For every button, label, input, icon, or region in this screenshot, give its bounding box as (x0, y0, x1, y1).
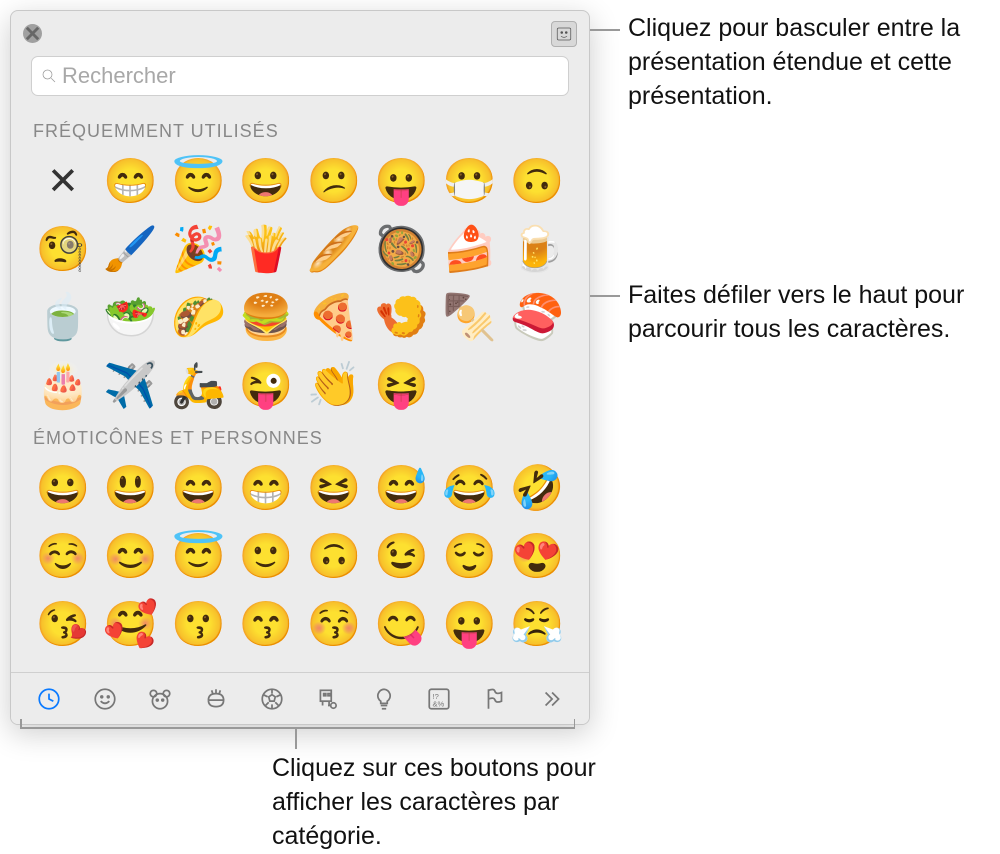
character-viewer-icon (555, 25, 573, 43)
category-animals[interactable] (139, 678, 181, 720)
search-icon (40, 67, 58, 85)
emoji-item[interactable]: 😝 (370, 354, 434, 418)
emoji-item[interactable]: ✕ (31, 150, 95, 214)
emoji-item[interactable]: 🍰 (438, 218, 502, 282)
search-container (11, 56, 589, 106)
category-more[interactable] (530, 678, 572, 720)
callout-scroll: Faites défiler vers le haut pour parcour… (628, 279, 988, 347)
clock-icon (36, 686, 62, 712)
emoji-item[interactable]: 🖌️ (99, 218, 163, 282)
emoji-item[interactable]: 😗 (167, 593, 231, 657)
category-travel[interactable] (307, 678, 349, 720)
smileys-emoji-grid: 😀😃😄😁😆😅😂🤣 ☺️😊😇🙂🙃😉😌😍 😘🥰😗😙😚😋😛😤 (31, 457, 569, 657)
emoji-item[interactable]: 🍵 (31, 286, 95, 350)
emoji-item[interactable]: 🍟 (234, 218, 298, 282)
emoji-item[interactable]: 🙃 (505, 150, 569, 214)
emoji-item[interactable]: 😚 (302, 593, 366, 657)
emoji-item[interactable]: 🍣 (505, 286, 569, 350)
food-icon (203, 686, 229, 712)
emoji-item[interactable]: 👏 (302, 354, 366, 418)
emoji-item[interactable]: 😁 (234, 457, 298, 521)
emoji-item[interactable]: 😙 (234, 593, 298, 657)
category-flags[interactable] (474, 678, 516, 720)
frequent-emoji-grid: ✕😁😇😀😕😛😷🙃 🧐🖌️🎉🍟🥖🥘🍰🍺 🍵🥗🌮🍔🍕🍤🍢🍣 🎂✈️🛵😜👏😝 (31, 150, 569, 418)
sports-icon (259, 686, 285, 712)
emoji-item[interactable]: 😉 (370, 525, 434, 589)
close-icon (23, 24, 42, 43)
emoji-item[interactable]: 😅 (370, 457, 434, 521)
emoji-item[interactable]: 😍 (505, 525, 569, 589)
callout-leader-2 (590, 295, 620, 297)
section-title-frequent: FRÉQUEMMENT UTILISÉS (33, 121, 569, 142)
emoji-item[interactable]: 😜 (234, 354, 298, 418)
titlebar (11, 11, 589, 56)
emoji-item[interactable]: 😕 (302, 150, 366, 214)
search-field[interactable] (31, 56, 569, 96)
callout-categories: Cliquez sur ces boutons pour afficher le… (272, 752, 632, 853)
emoji-item[interactable]: 😛 (438, 593, 502, 657)
emoji-item[interactable]: 🎉 (167, 218, 231, 282)
emoji-item[interactable]: 🍺 (505, 218, 569, 282)
emoji-item[interactable]: 😁 (99, 150, 163, 214)
emoji-item[interactable]: 🍔 (234, 286, 298, 350)
emoji-item[interactable]: ☺️ (31, 525, 95, 589)
lightbulb-icon (371, 686, 397, 712)
callout-toggle-view: Cliquez pour basculer entre la présentat… (628, 12, 998, 113)
emoji-item[interactable]: 🤣 (505, 457, 569, 521)
emoji-item[interactable]: 🙂 (234, 525, 298, 589)
emoji-item[interactable]: 😇 (167, 150, 231, 214)
category-symbols[interactable]: !?&% (418, 678, 460, 720)
emoji-item[interactable]: 😄 (167, 457, 231, 521)
category-bar: !?&% (11, 672, 589, 724)
category-recent[interactable] (28, 678, 70, 720)
animal-icon (147, 686, 173, 712)
close-button[interactable] (23, 24, 42, 43)
emoji-item[interactable]: 😘 (31, 593, 95, 657)
emoji-item[interactable]: 😋 (370, 593, 434, 657)
emoji-item[interactable]: 😛 (370, 150, 434, 214)
category-objects[interactable] (363, 678, 405, 720)
travel-icon (315, 686, 341, 712)
emoji-item[interactable]: 😤 (505, 593, 569, 657)
emoji-item[interactable]: 🥗 (99, 286, 163, 350)
search-input[interactable] (62, 63, 560, 89)
emoji-item[interactable]: 🍢 (438, 286, 502, 350)
emoji-item[interactable]: 😇 (167, 525, 231, 589)
character-viewer-panel: FRÉQUEMMENT UTILISÉS ✕😁😇😀😕😛😷🙃🧐🖌️🎉🍟🥖🥘🍰🍺🍵🥗… (10, 10, 590, 725)
emoji-item[interactable]: 😆 (302, 457, 366, 521)
emoji-item[interactable]: 🥘 (370, 218, 434, 282)
emoji-item[interactable]: 🥖 (302, 218, 366, 282)
emoji-item[interactable]: 😌 (438, 525, 502, 589)
emoji-item[interactable]: 🥰 (99, 593, 163, 657)
emoji-item[interactable]: 🧐 (31, 218, 95, 282)
emoji-item[interactable]: 🙃 (302, 525, 366, 589)
chevron-double-right-icon (538, 686, 564, 712)
category-smileys[interactable] (84, 678, 126, 720)
emoji-item[interactable]: 🛵 (167, 354, 231, 418)
category-food[interactable] (195, 678, 237, 720)
emoji-item[interactable]: 🍤 (370, 286, 434, 350)
emoji-item[interactable]: 🍕 (302, 286, 366, 350)
emoji-item[interactable]: ✈️ (99, 354, 163, 418)
flag-icon (482, 686, 508, 712)
toggle-view-button[interactable] (551, 21, 577, 47)
callout-leader-1 (590, 29, 620, 31)
smiley-icon (92, 686, 118, 712)
emoji-item[interactable]: 😀 (234, 150, 298, 214)
emoji-scroll-area[interactable]: FRÉQUEMMENT UTILISÉS ✕😁😇😀😕😛😷🙃🧐🖌️🎉🍟🥖🥘🍰🍺🍵🥗… (11, 106, 589, 672)
section-title-smileys: ÉMOTICÔNES ET PERSONNES (33, 428, 569, 449)
callout-leader-3 (20, 727, 575, 729)
emoji-item[interactable]: 😃 (99, 457, 163, 521)
svg-text:&%: &% (433, 699, 445, 708)
emoji-item[interactable]: 😷 (438, 150, 502, 214)
emoji-item[interactable]: 🎂 (31, 354, 95, 418)
emoji-item[interactable]: 😀 (31, 457, 95, 521)
emoji-item[interactable]: 😂 (438, 457, 502, 521)
emoji-item[interactable]: 🌮 (167, 286, 231, 350)
symbols-icon: !?&% (426, 686, 452, 712)
category-activity[interactable] (251, 678, 293, 720)
emoji-item[interactable]: 😊 (99, 525, 163, 589)
